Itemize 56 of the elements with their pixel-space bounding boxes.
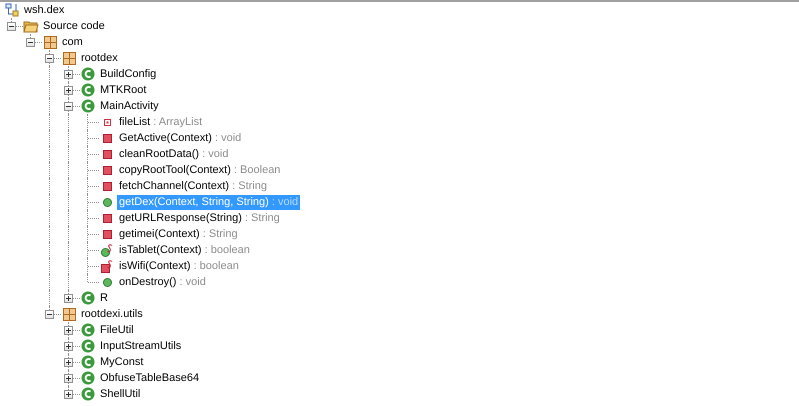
expand-button[interactable] [64, 86, 73, 95]
tree-item[interactable]: GetActive(Context) : void [117, 130, 244, 146]
class-icon [81, 99, 95, 113]
tree-item[interactable]: ShellUtil [98, 386, 142, 402]
expand-button[interactable] [64, 374, 73, 383]
class-icon [81, 339, 95, 353]
tree-item[interactable]: com [60, 34, 85, 50]
class-icon [81, 83, 95, 97]
class-icon [81, 67, 95, 81]
tree-item[interactable]: getURLResponse(String) : String [117, 210, 282, 226]
tree-item[interactable]: isWifi(Context) : boolean [117, 258, 241, 274]
expand-button[interactable] [64, 342, 73, 351]
tree-item[interactable]: getimei(Context) : String [117, 226, 240, 242]
field-icon [104, 118, 110, 126]
tree-item[interactable]: MyConst [98, 354, 146, 370]
collapse-button[interactable] [45, 54, 54, 63]
tree-item[interactable]: isTablet(Context) : boolean [117, 242, 252, 258]
tree-item[interactable]: cleanRootData() : void [117, 146, 230, 162]
expand-button[interactable] [64, 358, 73, 367]
class-icon [81, 371, 95, 385]
tree-item[interactable]: Source code [41, 18, 107, 34]
tree-item[interactable]: fileList : ArrayList [117, 114, 204, 130]
public-method-icon [102, 278, 112, 286]
tree-item[interactable]: onDestroy() : void [117, 274, 208, 290]
tree-item[interactable]: rootdexi.utils [79, 306, 145, 322]
expand-button[interactable] [64, 70, 73, 79]
collapse-button[interactable] [64, 102, 73, 111]
expand-button[interactable] [64, 294, 73, 303]
package-icon [44, 36, 56, 48]
tree-item[interactable]: rootdex [79, 50, 120, 66]
collapse-button[interactable] [7, 22, 16, 31]
expand-button[interactable] [64, 390, 73, 399]
project-icon [5, 3, 19, 17]
class-icon [81, 387, 95, 401]
tree-item[interactable]: FileUtil [98, 322, 136, 338]
package-icon [62, 308, 76, 320]
collapse-button[interactable] [26, 38, 35, 47]
tree-item[interactable]: BuildConfig [98, 66, 158, 82]
package-icon [62, 52, 76, 64]
tree-item[interactable]: fetchChannel(Context) : String [117, 178, 269, 194]
public-method-icon [102, 198, 112, 206]
class-icon [81, 355, 95, 369]
tree-item[interactable]: wsh.dex [22, 2, 66, 18]
expand-button[interactable] [64, 326, 73, 335]
tree-item[interactable]: MainActivity [98, 98, 161, 114]
tree-item[interactable]: InputStreamUtils [98, 338, 184, 354]
tree-item[interactable]: R [98, 290, 110, 306]
tree-item[interactable]: ObfuseTableBase64 [98, 370, 202, 386]
class-icon [81, 323, 95, 337]
folder-icon [23, 19, 39, 33]
tree-item[interactable]: MTKRoot [98, 82, 148, 98]
static-method-icon [101, 244, 113, 256]
collapse-button[interactable] [45, 310, 54, 319]
class-icon [81, 291, 95, 305]
static-method-icon [101, 260, 113, 272]
tree-item[interactable]: copyRootTool(Context) : Boolean [117, 162, 282, 178]
